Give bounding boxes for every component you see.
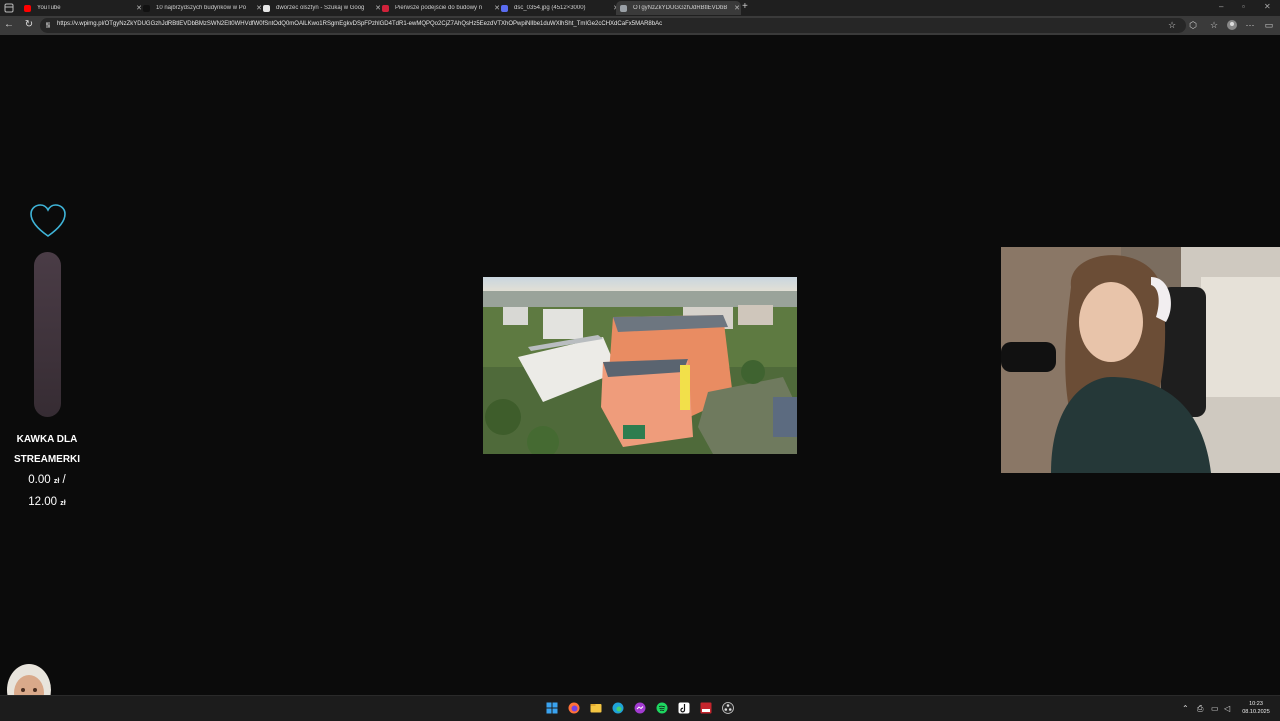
reload-icon[interactable]: ↻ bbox=[23, 19, 35, 31]
close-window-button[interactable]: ✕ bbox=[1264, 2, 1271, 11]
new-tab-button[interactable]: + bbox=[742, 1, 748, 12]
system-clock[interactable]: 10:23 08.10.2025 bbox=[1236, 700, 1276, 716]
hospital-aerial-photo bbox=[483, 277, 797, 454]
browser-tab[interactable]: dworzec olsztyn - Szukaj w Goog ✕ bbox=[259, 1, 382, 15]
browser-tab[interactable]: 10 najbrzydszych budynków w Po ✕ bbox=[139, 1, 263, 15]
goal-current-value: 0.00 bbox=[28, 474, 51, 486]
browser-tab[interactable]: Pierwsze podejście do budowy n ✕ bbox=[378, 1, 501, 15]
tab-title: dsc_0354.jpg (4512×3000) bbox=[514, 5, 586, 11]
browser-toolbar: ← ↻ https://v.wpimg.pl/OTgyNzZkYDUGGzhJd… bbox=[0, 16, 1280, 35]
address-bar[interactable]: https://v.wpimg.pl/OTgyNzZkYDUGGzhJdRBtl… bbox=[40, 18, 1186, 33]
goal-title-line1: KAWKA DLA bbox=[16, 434, 78, 445]
browser-tab[interactable]: dsc_0354.jpg (4512×3000)✕ bbox=[497, 1, 620, 15]
tab-favicon-icon bbox=[24, 4, 31, 12]
streamer-webcam bbox=[1001, 247, 1280, 473]
tab-title: YouTube bbox=[37, 5, 61, 11]
tab-title: Pierwsze podejście do budowy n bbox=[395, 5, 483, 11]
clock-time: 10:23 bbox=[1249, 701, 1263, 707]
goal-title-line2: STREAMERKI bbox=[13, 454, 81, 465]
extensions-icon[interactable]: ⬡ bbox=[1187, 19, 1199, 31]
spotify-icon[interactable] bbox=[656, 702, 668, 714]
goal-amount-current: 0.00 zł / bbox=[8, 470, 86, 492]
tab-favicon-icon bbox=[382, 4, 389, 12]
maximize-button[interactable]: ▫ bbox=[1242, 2, 1245, 11]
file-explorer-icon[interactable] bbox=[590, 702, 602, 714]
goal-target-currency: zł bbox=[60, 500, 66, 507]
donation-goal: KAWKA DLA STREAMERKI 0.00 zł / 12.00 zł bbox=[8, 430, 86, 514]
goal-amount-target: 12.00 zł bbox=[8, 492, 86, 514]
profile-avatar[interactable] bbox=[1226, 19, 1238, 31]
clock-date: 08.10.2025 bbox=[1242, 709, 1270, 715]
tab-favicon-icon bbox=[143, 4, 150, 12]
tab-favicon-icon bbox=[263, 4, 270, 12]
messenger-icon[interactable] bbox=[634, 702, 646, 714]
heart-icon bbox=[30, 204, 66, 237]
volume-icon[interactable]: ◁ bbox=[1224, 704, 1230, 713]
windows-start-icon[interactable] bbox=[546, 702, 558, 714]
tiktok-icon[interactable] bbox=[678, 702, 690, 714]
goal-separator: / bbox=[62, 474, 66, 486]
minimize-button[interactable]: – bbox=[1219, 2, 1223, 11]
menu-dots-icon[interactable]: ⋯ bbox=[1244, 19, 1256, 31]
browser-tab-strip: YouTube ✕ 10 najbrzydszych budynków w Po ✕ d… bbox=[0, 0, 1280, 16]
firefox-icon[interactable] bbox=[568, 702, 580, 714]
url-text[interactable]: https://v.wpimg.pl/OTgyNzZkYDUGGzhJdRBtl… bbox=[57, 21, 662, 27]
goal-current-currency: zł bbox=[53, 478, 60, 485]
tab-favicon-icon bbox=[501, 4, 508, 12]
tray-chevron-icon[interactable]: ⌃ bbox=[1182, 704, 1189, 713]
tab-overview-icon[interactable] bbox=[3, 2, 15, 14]
edge-icon[interactable] bbox=[612, 702, 624, 714]
tab-title: OTgyNzZkYDUGGzhJdRBtlEVDbB bbox=[633, 5, 728, 11]
site-info-icon[interactable] bbox=[46, 21, 52, 29]
streaming-app-icon[interactable] bbox=[700, 702, 712, 714]
browser-tab[interactable]: OTgyNzZkYDUGGzhJdRBtlEVDbB ✕ bbox=[616, 1, 741, 15]
mic-icon[interactable]: ⎙ bbox=[1197, 704, 1203, 714]
network-icon[interactable]: ▭ bbox=[1211, 704, 1219, 713]
back-arrow-icon[interactable]: ← bbox=[3, 19, 15, 31]
tab-close-icon[interactable]: ✕ bbox=[733, 4, 741, 12]
goal-target-value: 12.00 bbox=[28, 496, 58, 508]
bookmark-star-icon[interactable]: ☆ bbox=[1166, 19, 1178, 31]
windows-taskbar: ⌃ ⎙ ▭ ◁ 10:23 08.10.2025 bbox=[0, 695, 1280, 721]
tab-favicon-icon bbox=[620, 4, 627, 12]
obs-icon[interactable] bbox=[722, 702, 734, 714]
donation-goal-meter bbox=[34, 252, 61, 417]
tab-title: 10 najbrzydszych budynków w Po bbox=[156, 5, 247, 11]
favorites-icon[interactable]: ☆ bbox=[1208, 19, 1220, 31]
tab-title: dworzec olsztyn - Szukaj w Goog bbox=[276, 5, 365, 11]
browser-tab[interactable]: YouTube ✕ bbox=[20, 1, 143, 15]
sidebar-toggle-icon[interactable]: ▭ bbox=[1263, 19, 1275, 31]
